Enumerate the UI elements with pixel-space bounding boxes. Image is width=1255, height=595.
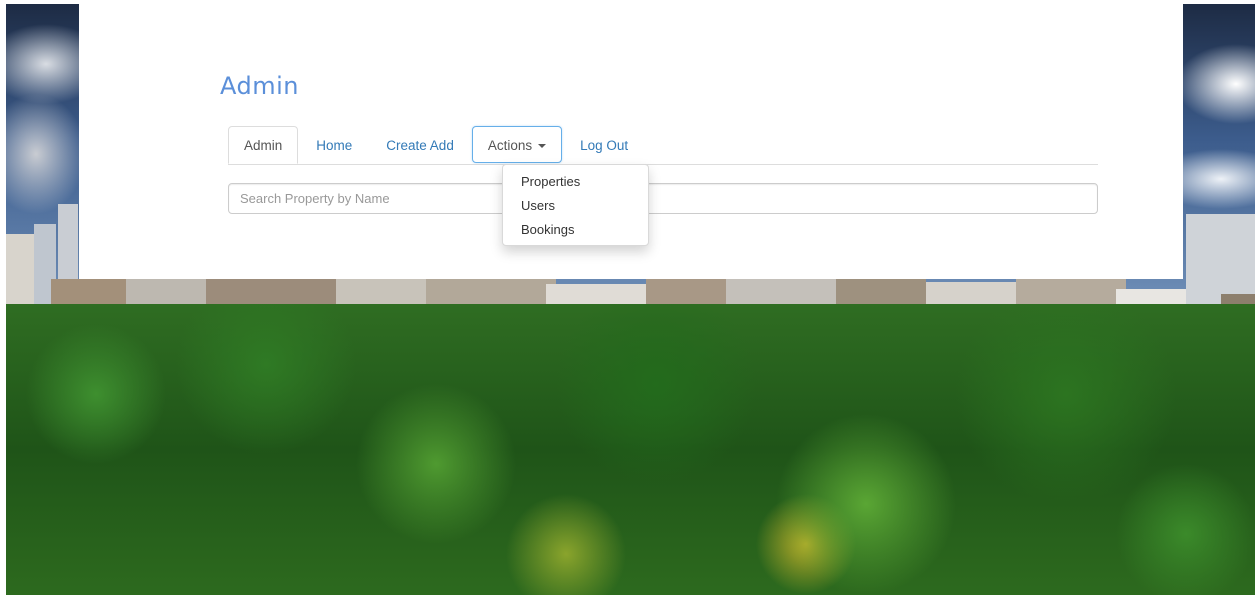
tab-create-add[interactable]: Create Add: [370, 126, 470, 163]
tab-admin[interactable]: Admin: [228, 126, 299, 164]
tab-actions-dropdown[interactable]: Actions: [471, 126, 563, 163]
nav-tabs: Admin Home Create Add Actions Log Out: [228, 126, 1098, 165]
tab-actions-label: Actions: [487, 138, 533, 153]
menu-item-bookings[interactable]: Bookings: [503, 218, 648, 242]
tab-home[interactable]: Home: [300, 126, 368, 163]
tab-log-out[interactable]: Log Out: [564, 126, 644, 163]
menu-item-users[interactable]: Users: [503, 194, 648, 218]
search-input[interactable]: [228, 183, 1098, 214]
page-title: Admin: [220, 72, 299, 100]
forest-background: [6, 304, 1255, 595]
caret-down-icon: [538, 144, 547, 149]
menu-item-properties[interactable]: Properties: [503, 170, 648, 194]
actions-dropdown-menu: Properties Users Bookings: [502, 164, 649, 246]
